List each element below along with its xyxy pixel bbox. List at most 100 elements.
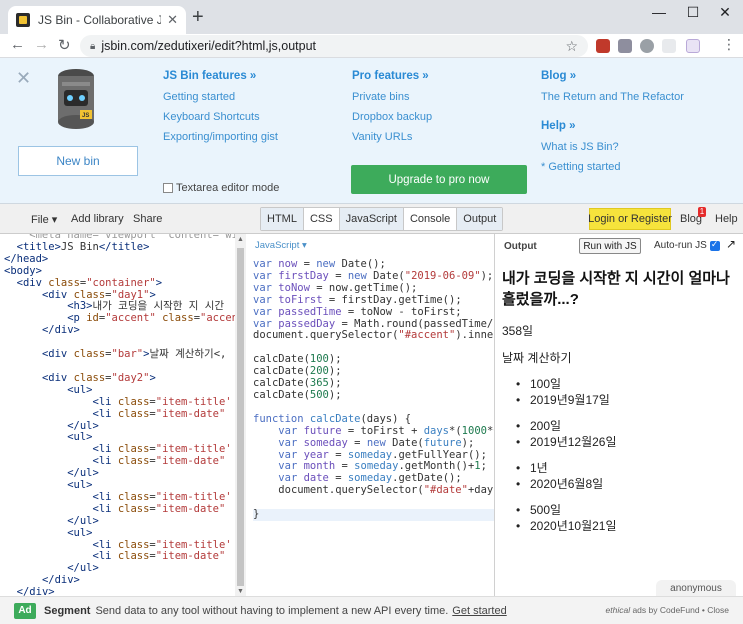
url-text: jsbin.com/zedutixeri/edit?html,js,output (101, 39, 317, 53)
list-item-title: 1년 (516, 460, 603, 476)
auto-run-toggle[interactable]: Auto-run JS (654, 239, 720, 251)
file-menu[interactable]: File ▾ (31, 213, 57, 226)
close-panel-icon[interactable]: ✕ (16, 68, 31, 89)
pro-features-column: Pro features » Private bins Dropbox back… (352, 70, 432, 151)
back-arrow-icon[interactable]: ← (10, 36, 25, 53)
ad-credit-rest: ads by CodeFund • Close (630, 605, 729, 615)
output-accent-days: 358일 (502, 324, 534, 338)
pdf-extension-icon[interactable] (596, 39, 610, 53)
html-editor[interactable]: <meta name="viewport" content="width= <t… (0, 234, 246, 596)
output-list: 100일 2019년9월17일 (516, 376, 610, 408)
javascript-code[interactable]: var now = new Date(); var firstDay = new… (253, 258, 494, 521)
private-bins-link[interactable]: Private bins (352, 91, 432, 103)
jsbin-toolbar: File ▾ Add library Share HTML CSS JavaSc… (0, 204, 743, 234)
output-bar-text: 날짜 계산하기 (502, 351, 572, 365)
html-scrollbar[interactable]: ▲ ▼ (235, 234, 246, 596)
jsbin-favicon-icon (16, 13, 30, 27)
textarea-editor-checkbox[interactable] (163, 183, 173, 193)
run-with-js-button[interactable]: Run with JS (579, 238, 641, 254)
textarea-editor-option[interactable]: Textarea editor mode (163, 182, 279, 194)
list-item-date: 2019년9월17일 (516, 392, 610, 408)
ad-credit[interactable]: ethical ads by CodeFund • Close (606, 605, 729, 615)
extension-icon[interactable] (640, 39, 654, 53)
tab-html[interactable]: HTML (261, 208, 304, 230)
export-gist-link[interactable]: Exporting/importing gist (163, 131, 278, 143)
profile-avatar-icon[interactable] (686, 39, 700, 53)
share-menu[interactable]: Share (133, 213, 162, 225)
output-label: Output (504, 241, 537, 252)
close-window-icon[interactable]: ✕ (710, 4, 740, 21)
minimize-icon[interactable]: — (644, 4, 674, 20)
dropbox-backup-link[interactable]: Dropbox backup (352, 111, 432, 123)
forward-arrow-icon[interactable]: → (34, 36, 49, 53)
extension-icon-2[interactable] (662, 39, 676, 53)
popout-arrow-icon[interactable]: ↗ (726, 237, 736, 251)
help-getting-started-link[interactable]: * Getting started (541, 161, 684, 173)
pro-features-heading[interactable]: Pro features » (352, 70, 432, 82)
ad-text: Send data to any tool without having to … (95, 604, 449, 617)
textarea-editor-label: Textarea editor mode (176, 182, 280, 194)
tab-css[interactable]: CSS (303, 208, 340, 230)
blog-heading[interactable]: Blog » (541, 70, 684, 82)
blog-column: Blog » The Return and The Refactor Help … (541, 70, 684, 181)
tab-console[interactable]: Console (403, 208, 458, 230)
html-code[interactable]: <meta name="viewport" content="width= <t… (4, 234, 245, 596)
blog-notification-badge: 1 (698, 207, 706, 217)
output-list: 1년 2020년6월8일 (516, 460, 603, 492)
keyboard-shortcuts-link[interactable]: Keyboard Shortcuts (163, 111, 278, 123)
output-heading: 내가 코딩을 시작한 지 시간이 얼마나 흘렀을까...? (502, 270, 730, 308)
tab-output[interactable]: Output (457, 208, 503, 230)
list-item-title: 100일 (516, 376, 610, 392)
scroll-up-icon[interactable]: ▲ (237, 236, 244, 243)
vpn-extension-icon[interactable] (618, 39, 632, 53)
more-menu-icon[interactable]: ⋮ (722, 36, 736, 53)
address-bar: ← → ↻ 🔒︎ jsbin.com/zedutixeri/edit?html,… (0, 34, 743, 58)
javascript-language-dropdown[interactable]: JavaScript ▾ (255, 240, 307, 251)
auto-run-checkbox[interactable] (709, 239, 720, 251)
new-bin-button[interactable]: New bin (18, 146, 138, 176)
upgrade-pro-button[interactable]: Upgrade to pro now (351, 165, 527, 194)
login-register-button[interactable]: Login or Register (588, 208, 672, 230)
reload-icon[interactable]: ↻ (58, 36, 71, 54)
scroll-down-icon[interactable]: ▼ (237, 588, 244, 595)
browser-tab-bar: JS Bin - Collaborative JavaScript ✕ + — … (0, 0, 743, 34)
jsbin-help-panel: ✕ JS New bin JS Bin features » Getting s… (0, 58, 743, 204)
help-link[interactable]: Help (715, 213, 738, 225)
ad-brand: Segment (44, 604, 91, 617)
tab-javascript[interactable]: JavaScript (339, 208, 404, 230)
jsbin-features-column: JS Bin features » Getting started Keyboa… (163, 70, 278, 151)
ad-badge: Ad (14, 602, 36, 619)
close-tab-icon[interactable]: ✕ (167, 12, 178, 28)
lock-icon: 🔒︎ (90, 40, 96, 52)
what-is-jsbin-link[interactable]: What is JS Bin? (541, 141, 684, 153)
svg-text:JS: JS (82, 113, 89, 119)
tab-title: JS Bin - Collaborative JavaScript (38, 13, 162, 27)
new-tab-icon[interactable]: + (192, 7, 204, 27)
output-list: 200일 2019년12월26일 (516, 418, 617, 450)
add-library-menu[interactable]: Add library (71, 213, 124, 225)
getting-started-link[interactable]: Getting started (163, 91, 278, 103)
bookmark-star-icon[interactable]: ☆ (565, 38, 578, 55)
list-item-date: 2020년10월21일 (516, 518, 617, 534)
list-item-title: 200일 (516, 418, 617, 434)
browser-tab[interactable]: JS Bin - Collaborative JavaScript ✕ (8, 6, 186, 34)
output-pane: Output Run with JS Auto-run JS ↗ 내가 코딩을 … (496, 234, 743, 596)
blog-post-link[interactable]: The Return and The Refactor (541, 91, 684, 103)
panel-toggles: HTML CSS JavaScript Console Output (260, 207, 504, 231)
vanity-urls-link[interactable]: Vanity URLs (352, 131, 432, 143)
output-list: 500일 2020년10월21일 (516, 502, 617, 534)
javascript-editor[interactable]: JavaScript ▾ var now = new Date(); var f… (247, 234, 495, 596)
auto-run-label: Auto-run JS (654, 240, 707, 251)
maximize-icon[interactable]: ☐ (678, 4, 708, 21)
list-item-date: 2019년12월26일 (516, 434, 617, 450)
jsbin-features-heading[interactable]: JS Bin features » (163, 70, 278, 82)
url-field[interactable]: 🔒︎ jsbin.com/zedutixeri/edit?html,js,out… (80, 35, 588, 57)
list-item-title: 500일 (516, 502, 617, 518)
scrollbar-thumb[interactable] (237, 248, 244, 586)
ad-get-started-link[interactable]: Get started (452, 605, 506, 617)
ad-bar: Ad Segment Send data to any tool without… (0, 596, 743, 624)
anonymous-user-tab[interactable]: anonymous (656, 580, 736, 596)
ad-credit-ethical: ethical (605, 605, 631, 615)
help-heading[interactable]: Help » (541, 120, 684, 132)
list-item-date: 2020년6월8일 (516, 476, 603, 492)
